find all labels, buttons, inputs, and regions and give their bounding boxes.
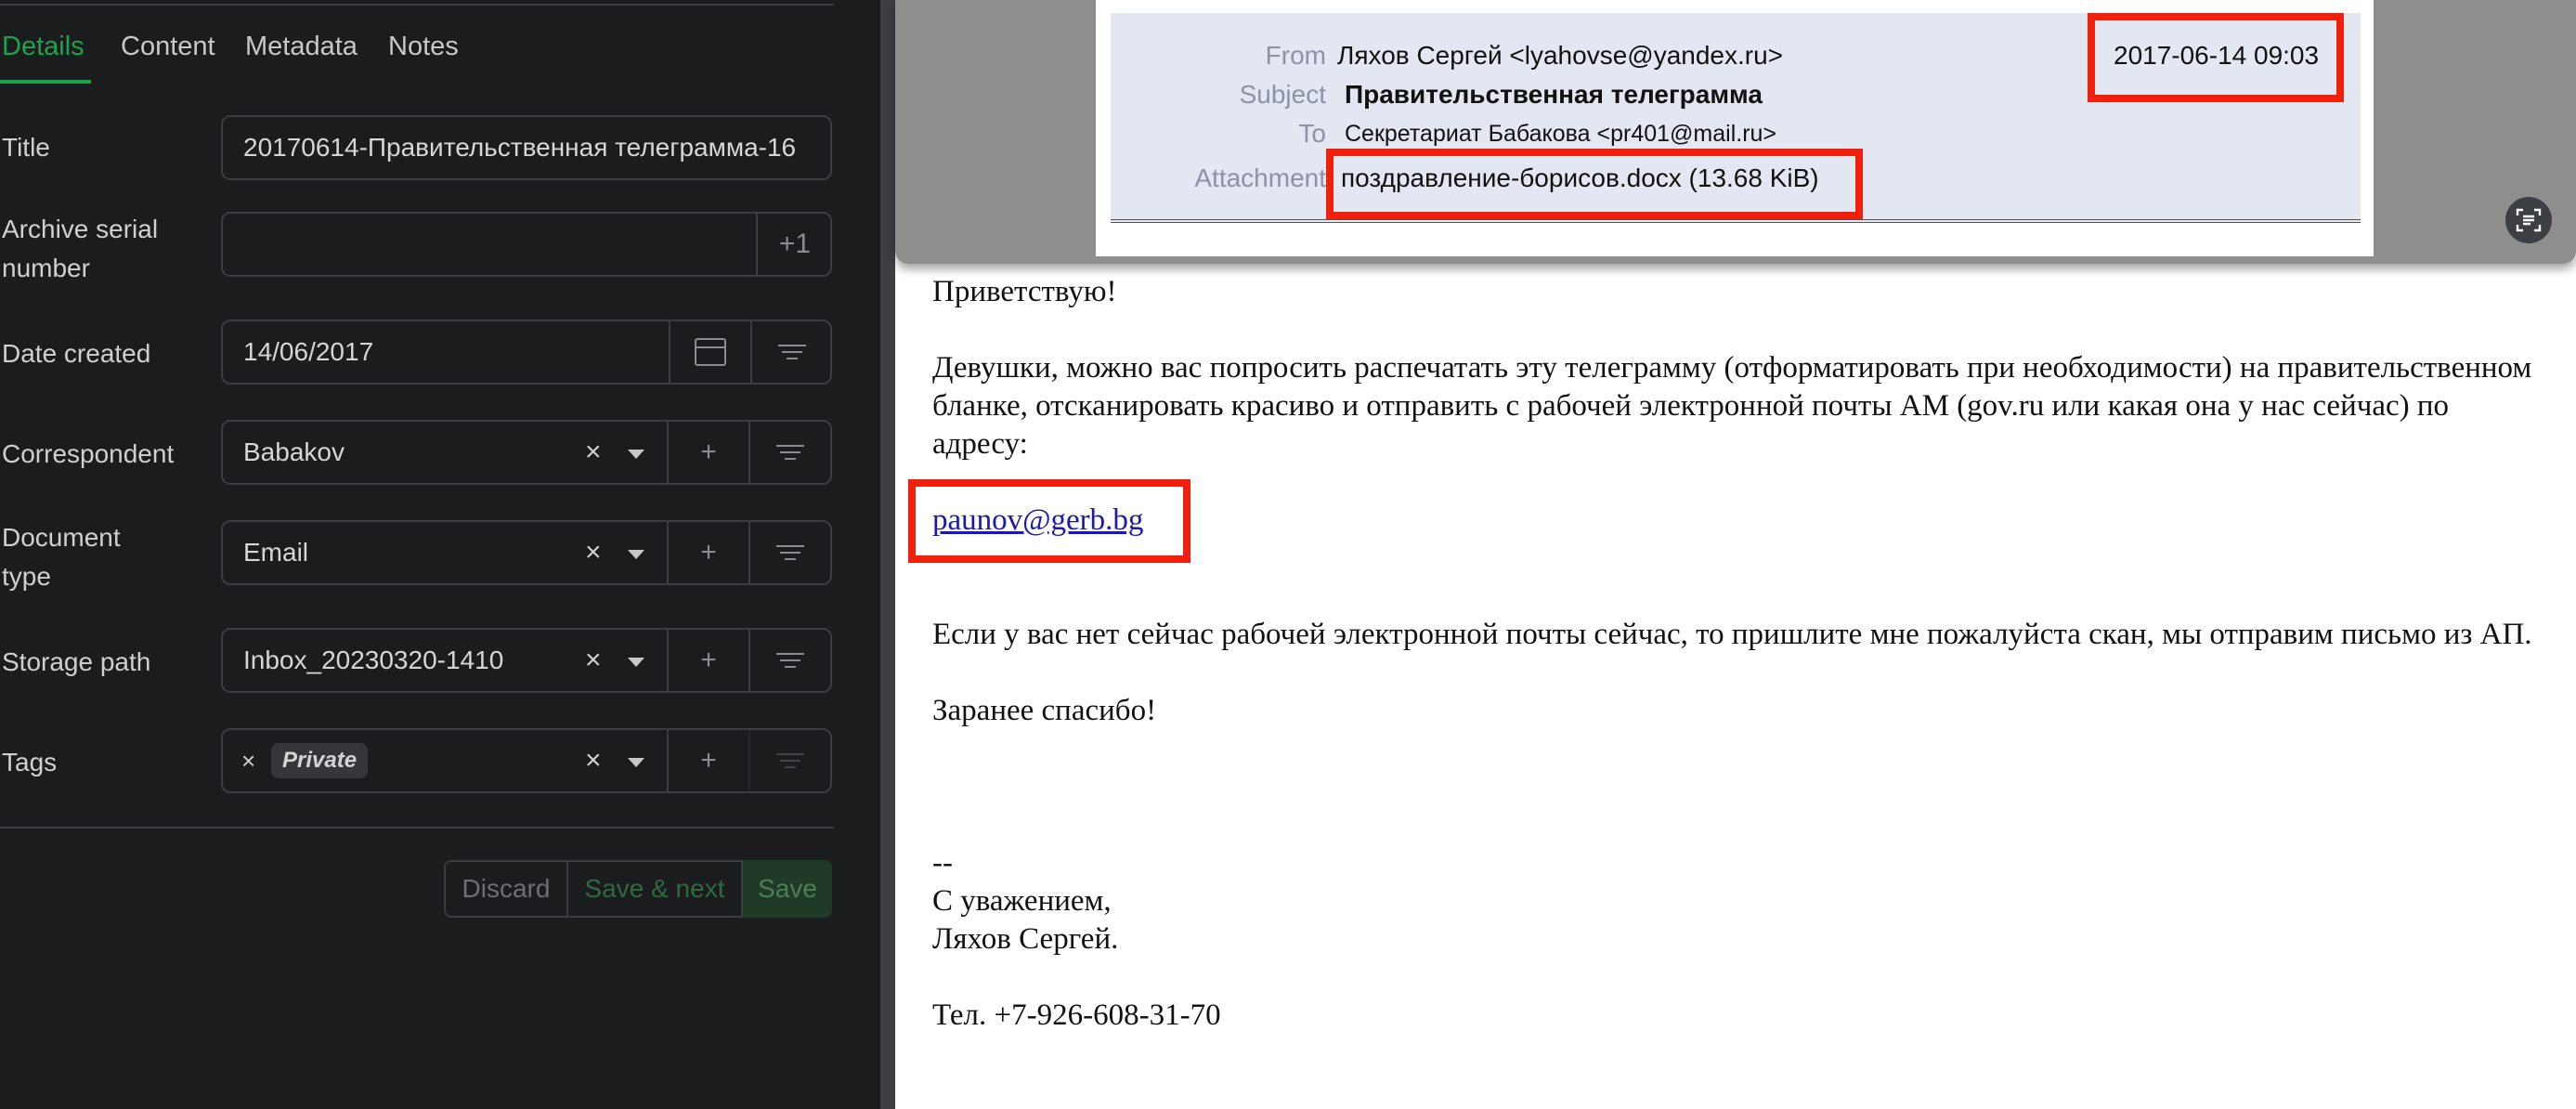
from-label: From [1265,41,1326,70]
asn-increment-button[interactable]: +1 [756,214,832,275]
subject-value: Правительственная телеграмма [1345,80,1763,109]
signature-line-2: Ляхов Сергей. [932,922,1119,956]
save-and-next-button[interactable]: Save & next [568,860,743,918]
body-paragraph-2: Если у вас нет сейчас рабочей электронно… [932,618,2532,651]
storage-path-value: Inbox_20230320-1410 [243,646,504,674]
text-recognition-icon[interactable] [2505,197,2552,243]
doctype-value: Email [243,538,309,567]
doctype-label-line1: Document [2,523,121,552]
storage-path-chevron-down-icon[interactable] [628,658,644,667]
tags-chevron-down-icon[interactable] [628,758,644,767]
pdf-viewer-strip: From Ляхов Сергей <lyahovse@yandex.ru> 2… [895,0,2576,264]
panel-splitter[interactable] [880,0,895,1109]
doctype-filter-button[interactable] [748,522,830,583]
save-button[interactable]: Save [743,860,832,918]
correspondent-select[interactable]: Babakov × + [221,420,832,485]
details-panel: Details Content Metadata Notes Title 201… [0,0,880,1109]
pdf-page: From Ляхов Сергей <lyahovse@yandex.ru> 2… [1096,0,2374,256]
body-paragraph-1: Девушки, можно вас попросить распечатать… [932,351,2532,461]
to-label: To [1298,119,1326,148]
correspondent-chevron-down-icon[interactable] [628,450,644,459]
doctype-select[interactable]: Email × + [221,520,832,585]
tags-clear-icon[interactable]: × [585,730,602,791]
correspondent-filter-button[interactable] [748,422,830,483]
top-divider [0,4,834,6]
doctype-clear-icon[interactable]: × [585,522,602,583]
doctype-label-line2: type [2,562,51,591]
title-value: 20170614-Правительственная телеграмма-16 [243,133,797,162]
title-input[interactable]: 20170614-Правительственная телеграмма-16 [221,115,832,180]
email-header: From Ляхов Сергей <lyahovse@yandex.ru> 2… [1111,13,2361,223]
filter-icon [776,753,804,768]
thanks-text: Заранее спасибо! [932,694,1157,727]
active-tab-indicator [0,80,91,84]
storage-path-select[interactable]: Inbox_20230320-1410 × + [221,628,832,693]
tags-add-button[interactable]: + [667,730,748,791]
correspondent-label: Correspondent [2,439,175,468]
discard-button[interactable]: Discard [444,860,568,918]
date-highlight-box [2088,13,2344,102]
correspondent-add-button[interactable]: + [667,422,748,483]
tab-content[interactable]: Content [121,32,215,62]
signature-separator: -- [932,846,953,880]
tags-label: Tags [2,748,58,776]
attachment-label: Attachment [1194,163,1326,192]
doctype-chevron-down-icon[interactable] [628,550,644,559]
tags-select[interactable]: × Private × + [221,728,832,793]
storage-path-clear-icon[interactable]: × [585,630,602,691]
date-created-value: 14/06/2017 [243,337,374,366]
calendar-icon [695,338,726,366]
phone-text: Тел. +7-926-608-31-70 [932,998,1221,1032]
doctype-add-button[interactable]: + [667,522,748,583]
doctype-label: Document type [2,518,121,596]
tag-private: Private [271,743,369,778]
tab-metadata[interactable]: Metadata [245,32,358,62]
filter-icon [776,653,804,668]
storage-path-add-button[interactable]: + [667,630,748,691]
tags-filter-button[interactable] [748,730,830,791]
title-label: Title [2,133,50,162]
tab-notes[interactable]: Notes [388,32,459,62]
attachment-highlight-box [1326,149,1863,219]
asn-label-line1: Archive serial [2,215,159,243]
date-created-input[interactable]: 14/06/2017 [221,320,832,385]
link-highlight-box [908,479,1190,563]
asn-input[interactable]: +1 [221,212,832,277]
tag-remove-icon[interactable]: × [241,730,255,791]
email-body: Приветствую! Девушки, можно вас попросит… [908,273,2548,1035]
subject-label: Subject [1239,80,1326,109]
filter-icon [776,445,804,460]
greeting-text: Приветствую! [932,275,1117,308]
document-preview: From Ляхов Сергей <lyahovse@yandex.ru> 2… [895,0,2576,1109]
date-filter-button[interactable] [750,321,832,383]
correspondent-value: Babakov [243,437,345,466]
asn-label: Archive serial number [2,210,158,288]
correspondent-clear-icon[interactable]: × [585,422,602,483]
tab-details[interactable]: Details [2,32,85,62]
storage-path-label: Storage path [2,647,151,676]
asn-label-line2: number [2,254,90,282]
filter-icon [776,545,804,560]
date-created-label: Date created [2,339,151,368]
calendar-button[interactable] [669,321,750,383]
form-divider [0,827,834,828]
signature-line-1: С уважением, [932,884,1112,918]
filter-icon [778,345,806,359]
to-value: Секретариат Бабакова <pr401@mail.ru> [1345,121,1777,147]
storage-path-filter-button[interactable] [748,630,830,691]
from-value: Ляхов Сергей <lyahovse@yandex.ru> [1337,41,1784,70]
